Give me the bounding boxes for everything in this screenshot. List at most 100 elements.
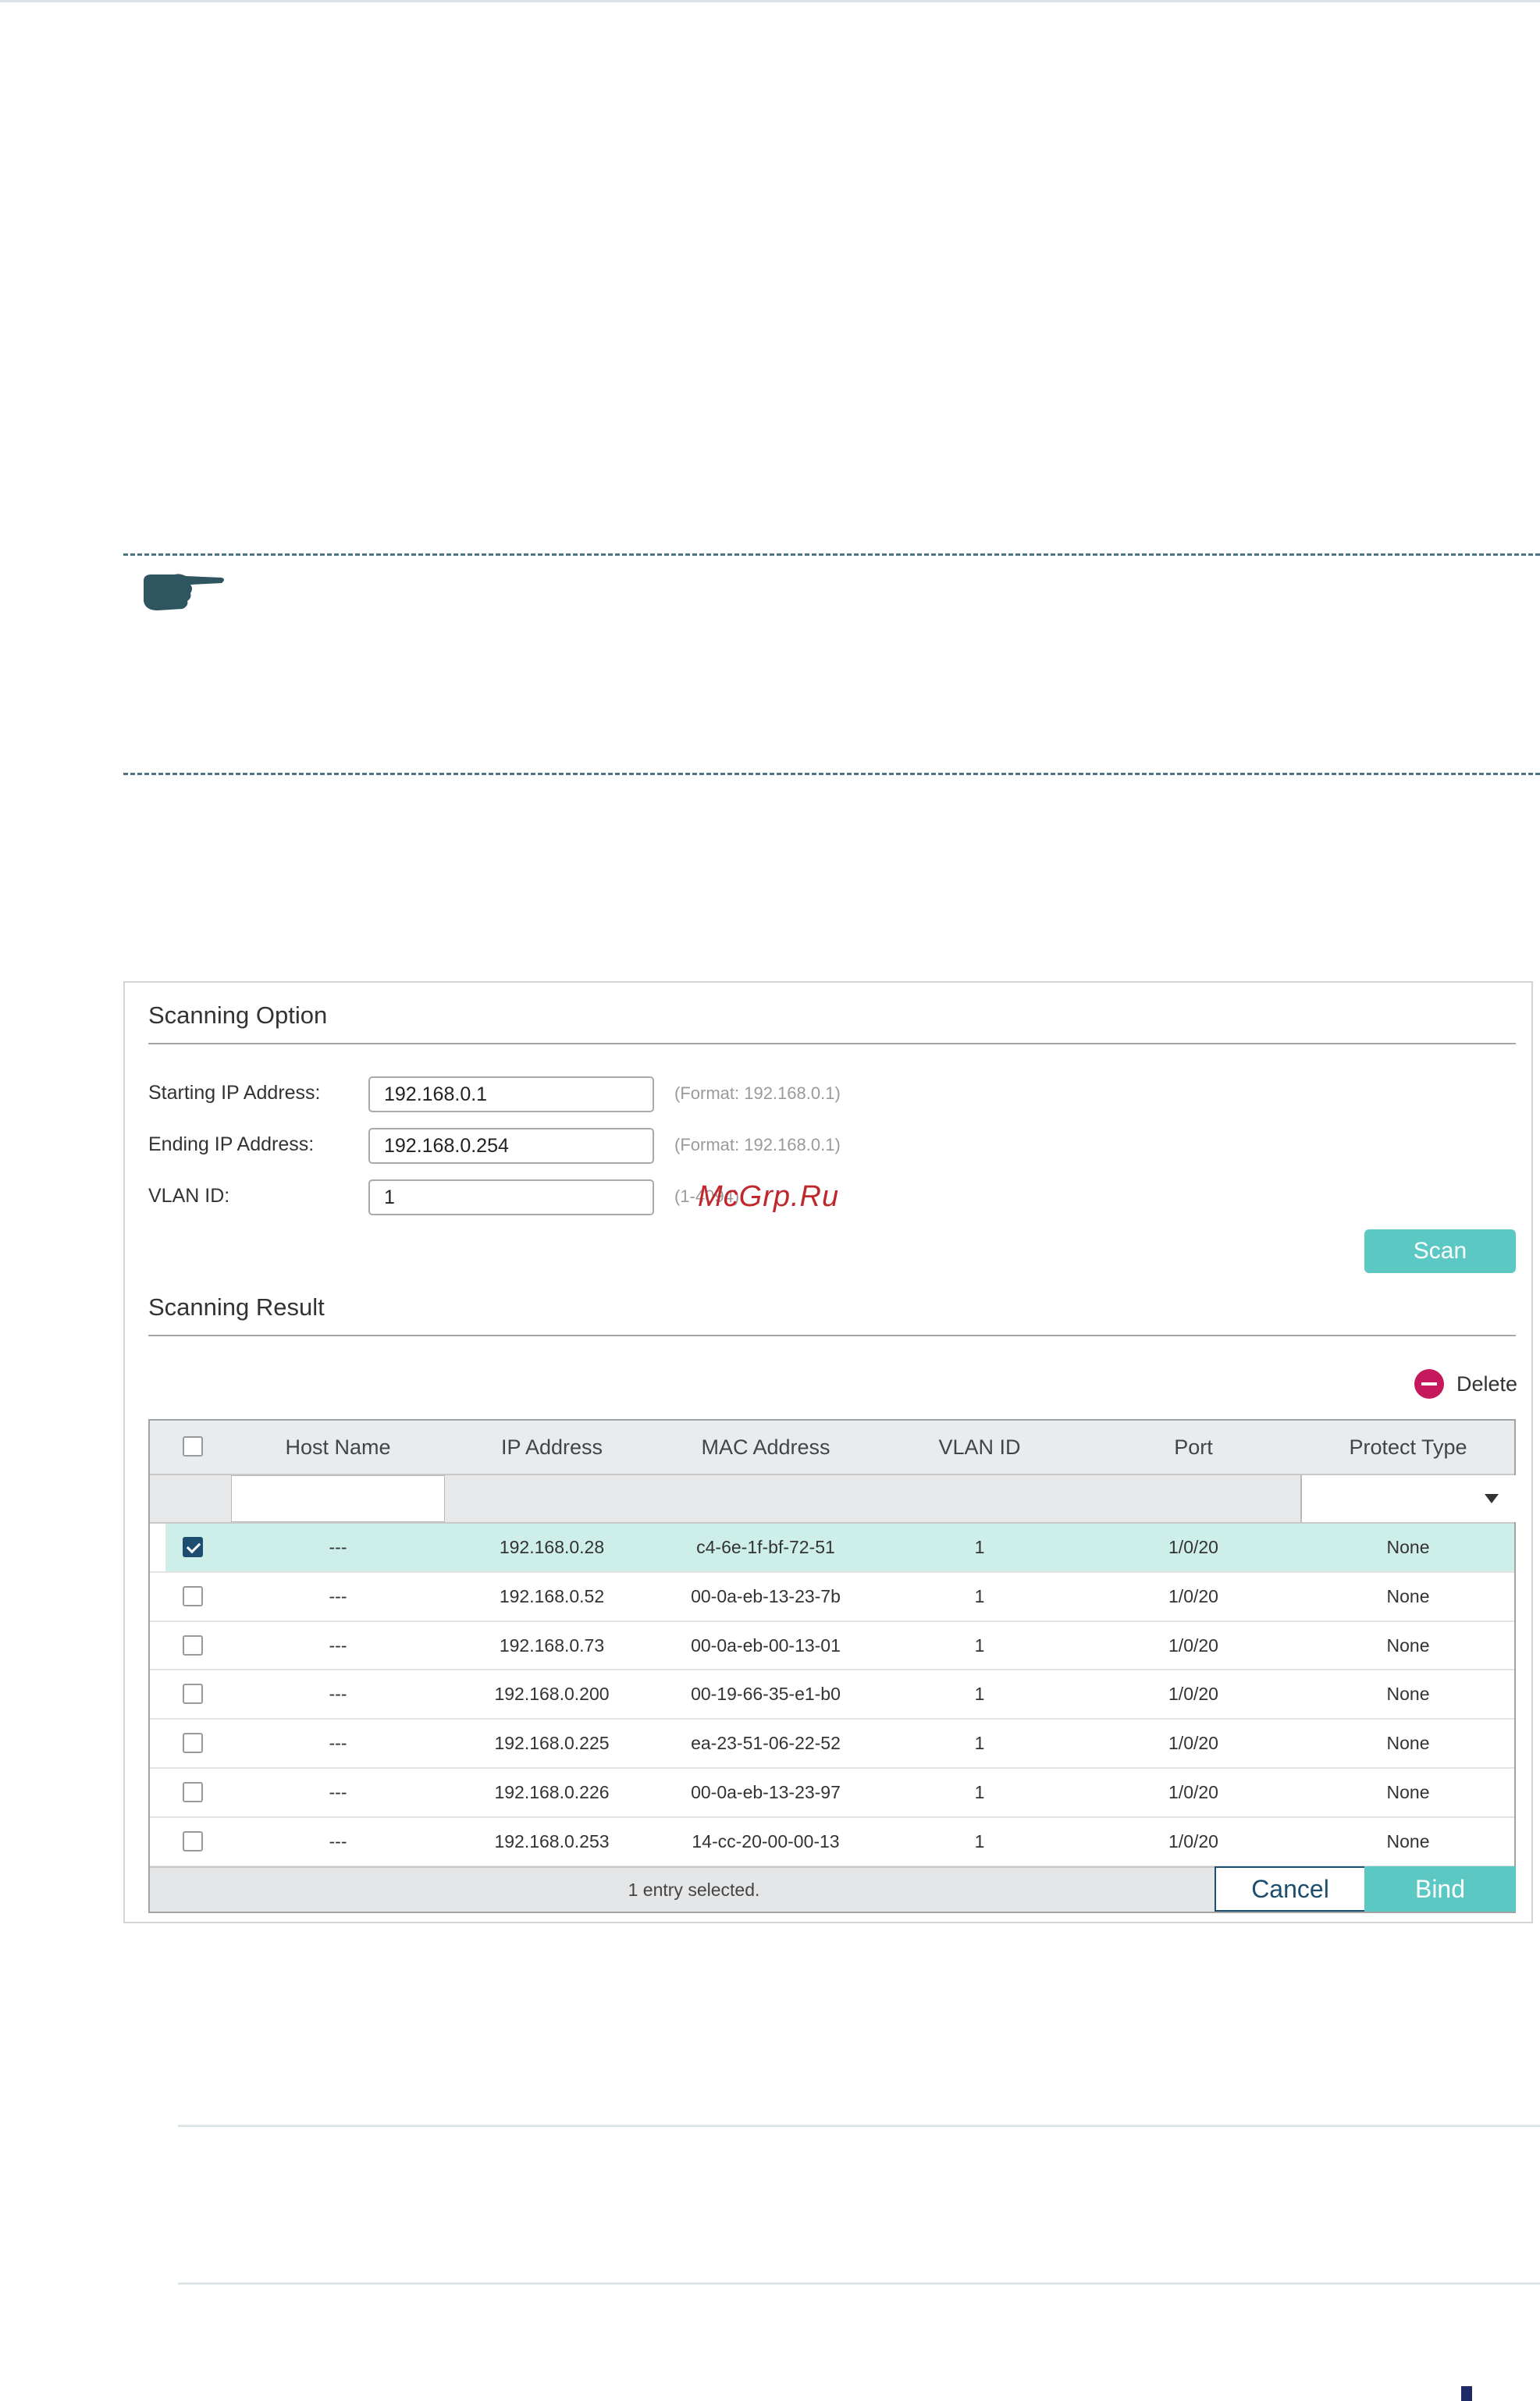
starting-ip-label: Starting IP Address: [148,1082,321,1104]
column-header-port[interactable]: Port [1087,1421,1300,1474]
table-row[interactable]: --- 192.168.0.226 00-0a-eb-13-23-97 1 1/0/20… [150,1769,1514,1818]
scan-button[interactable]: Scan [1364,1229,1516,1273]
host-name-cell: --- [329,1585,347,1606]
table-row[interactable]: --- 192.168.0.28 c4-6e-1f-bf-72-51 1 1/0/20 N… [150,1524,1514,1573]
cancel-button[interactable]: Cancel [1215,1866,1366,1912]
row-checkbox[interactable] [183,1830,203,1851]
row-checkbox[interactable] [183,1733,203,1754]
scanning-result-title: Scanning Result [148,1293,325,1321]
vlan-id-cell: 1 [974,1585,985,1606]
port-cell: 1/0/20 [1168,1537,1218,1557]
note-bottom-divider [123,773,1540,775]
ending-ip-input[interactable] [368,1128,654,1164]
ip-address-cell: 192.168.0.225 [494,1733,610,1754]
vlan-id-cell: 1 [974,1684,985,1705]
protect-type-cell: None [1386,1684,1430,1705]
protect-type-cell: None [1386,1634,1430,1656]
vlan-id-cell: 1 [974,1830,985,1851]
table-header: Host Name IP Address MAC Address VLAN ID… [150,1421,1514,1475]
ending-ip-hint: (Format: 192.168.0.1) [674,1135,841,1154]
table-row[interactable]: --- 192.168.0.225 ea-23-51-06-22-52 1 1/0/20… [150,1720,1514,1769]
top-rule [0,0,1540,2]
table-row[interactable]: --- 192.168.0.253 14-cc-20-00-00-13 1 1/0/20… [150,1818,1514,1867]
column-header-protect-type[interactable]: Protect Type [1300,1421,1516,1474]
port-cell: 1/0/20 [1168,1781,1218,1802]
vlan-id-cell: 1 [974,1733,985,1754]
column-header-host-name[interactable]: Host Name [231,1421,445,1474]
starting-ip-input[interactable] [368,1076,654,1112]
mac-address-cell: 00-0a-eb-13-23-97 [691,1781,841,1802]
column-header-mac-address[interactable]: MAC Address [659,1421,873,1474]
section-divider-bottom [178,2282,1540,2285]
select-all-checkbox[interactable] [183,1436,203,1457]
scanning-result-divider [148,1335,1516,1336]
mac-address-cell: 14-cc-20-00-00-13 [692,1830,840,1851]
vlan-id-label: VLAN ID: [148,1185,230,1207]
protect-type-cell: None [1386,1585,1430,1606]
row-checkbox[interactable] [183,1634,203,1656]
host-name-cell: --- [329,1537,347,1557]
host-name-cell: --- [329,1634,347,1656]
dropdown-arrow-icon [1485,1494,1499,1503]
mac-address-cell: 00-0a-eb-00-13-01 [691,1634,841,1656]
column-header-ip-address[interactable]: IP Address [445,1421,659,1474]
protect-type-cell: None [1386,1781,1430,1802]
ip-mac-binding-scan-panel: Scanning Option Starting IP Address: (Fo… [123,981,1533,1923]
port-cell: 1/0/20 [1168,1585,1218,1606]
ip-address-cell: 192.168.0.200 [494,1684,610,1705]
host-name-filter-input[interactable] [231,1475,445,1522]
delete-button[interactable]: Delete [1414,1367,1517,1401]
delete-label: Delete [1456,1371,1518,1396]
host-name-cell: --- [329,1684,347,1705]
pointing-hand-icon [144,574,224,610]
table-footer: 1 entry selected. Cancel Bind [150,1866,1516,1912]
vlan-id-cell: 1 [974,1634,985,1656]
scanning-option-title: Scanning Option [148,1001,328,1029]
port-cell: 1/0/20 [1168,1684,1218,1705]
table-row[interactable]: --- 192.168.0.52 00-0a-eb-13-23-7b 1 1/0/20 N… [150,1573,1514,1622]
protect-type-filter-select[interactable] [1300,1475,1516,1522]
minus-circle-icon [1414,1369,1444,1399]
starting-ip-hint: (Format: 192.168.0.1) [674,1083,841,1103]
ip-address-cell: 192.168.0.28 [499,1537,605,1557]
mac-address-cell: 00-19-66-35-e1-b0 [691,1684,841,1705]
row-checkbox[interactable] [183,1537,203,1557]
section-divider-top [178,2125,1540,2127]
vlan-id-cell: 1 [974,1537,985,1557]
protect-type-cell: None [1386,1830,1430,1851]
ending-ip-label: Ending IP Address: [148,1133,315,1155]
vlan-id-cell: 1 [974,1781,985,1802]
ip-address-cell: 192.168.0.52 [499,1585,605,1606]
row-checkbox[interactable] [183,1781,203,1802]
vlan-id-input[interactable] [368,1179,654,1215]
row-gutter [150,1524,165,1571]
site-watermark: McGrp.Ru [698,1180,840,1213]
table-body: --- 192.168.0.28 c4-6e-1f-bf-72-51 1 1/0/20 N… [150,1524,1514,1867]
table-row[interactable]: --- 192.168.0.200 00-19-66-35-e1-b0 1 1/0/20… [150,1670,1514,1720]
bind-button[interactable]: Bind [1364,1866,1516,1912]
ip-address-cell: 192.168.0.253 [494,1830,610,1851]
filter-row [150,1475,1516,1524]
host-name-cell: --- [329,1830,347,1851]
port-cell: 1/0/20 [1168,1634,1218,1656]
row-checkbox[interactable] [183,1684,203,1705]
mac-address-cell: ea-23-51-06-22-52 [691,1733,841,1754]
protect-type-cell: None [1386,1733,1430,1754]
mac-address-cell: 00-0a-eb-13-23-7b [691,1585,841,1606]
scan-result-table: Host Name IP Address MAC Address VLAN ID… [148,1419,1516,1913]
column-header-vlan-id[interactable]: VLAN ID [873,1421,1087,1474]
mac-address-cell: c4-6e-1f-bf-72-51 [696,1537,835,1557]
table-row[interactable]: --- 192.168.0.73 00-0a-eb-00-13-01 1 1/0/20 N… [150,1622,1514,1671]
protect-type-cell: None [1386,1537,1430,1557]
port-cell: 1/0/20 [1168,1830,1218,1851]
ip-address-cell: 192.168.0.73 [499,1634,605,1656]
row-checkbox[interactable] [183,1585,203,1606]
host-name-cell: --- [329,1733,347,1754]
host-name-cell: --- [329,1781,347,1802]
note-top-divider [123,553,1540,556]
selection-status: 1 entry selected. [628,1880,760,1900]
ip-address-cell: 192.168.0.226 [494,1781,610,1802]
page-corner-mark [1461,2386,1472,2401]
scanning-option-divider [148,1043,1516,1044]
port-cell: 1/0/20 [1168,1733,1218,1754]
